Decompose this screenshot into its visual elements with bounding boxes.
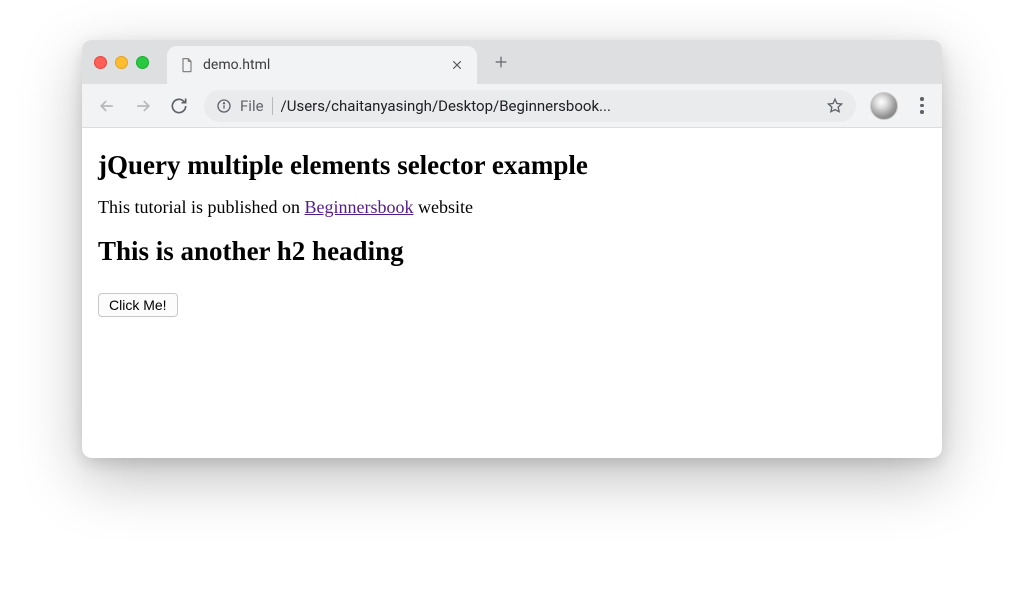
tab-title: demo.html	[203, 57, 441, 73]
new-tab-button[interactable]	[487, 48, 515, 76]
para-text-before: This tutorial is published on	[98, 197, 305, 217]
maximize-window-button[interactable]	[136, 56, 149, 69]
bookmark-star-icon[interactable]	[826, 97, 844, 115]
para-text-after: website	[413, 197, 472, 217]
close-tab-button[interactable]	[449, 57, 465, 73]
profile-avatar[interactable]	[870, 92, 898, 120]
file-icon	[179, 57, 195, 73]
page-content: jQuery multiple elements selector exampl…	[82, 128, 942, 458]
forward-button[interactable]	[132, 95, 154, 117]
browser-tab[interactable]: demo.html	[167, 46, 477, 84]
click-me-button[interactable]: Click Me!	[98, 293, 178, 317]
url-path: /Users/chaitanyasingh/Desktop/Beginnersb…	[281, 97, 818, 115]
menu-button[interactable]	[912, 93, 932, 118]
toolbar: File /Users/chaitanyasingh/Desktop/Begin…	[82, 84, 942, 128]
url-scheme: File	[240, 97, 273, 115]
address-input[interactable]: File /Users/chaitanyasingh/Desktop/Begin…	[204, 90, 856, 122]
minimize-window-button[interactable]	[115, 56, 128, 69]
close-window-button[interactable]	[94, 56, 107, 69]
heading-2: This is another h2 heading	[98, 236, 926, 267]
window-controls	[94, 56, 149, 69]
info-icon	[216, 98, 232, 114]
reload-button[interactable]	[168, 95, 190, 117]
beginnersbook-link[interactable]: Beginnersbook	[305, 197, 414, 217]
back-button[interactable]	[96, 95, 118, 117]
heading-1: jQuery multiple elements selector exampl…	[98, 150, 926, 181]
browser-window: demo.html	[82, 40, 942, 458]
intro-paragraph: This tutorial is published on Beginnersb…	[98, 197, 926, 218]
tab-bar: demo.html	[82, 40, 942, 84]
